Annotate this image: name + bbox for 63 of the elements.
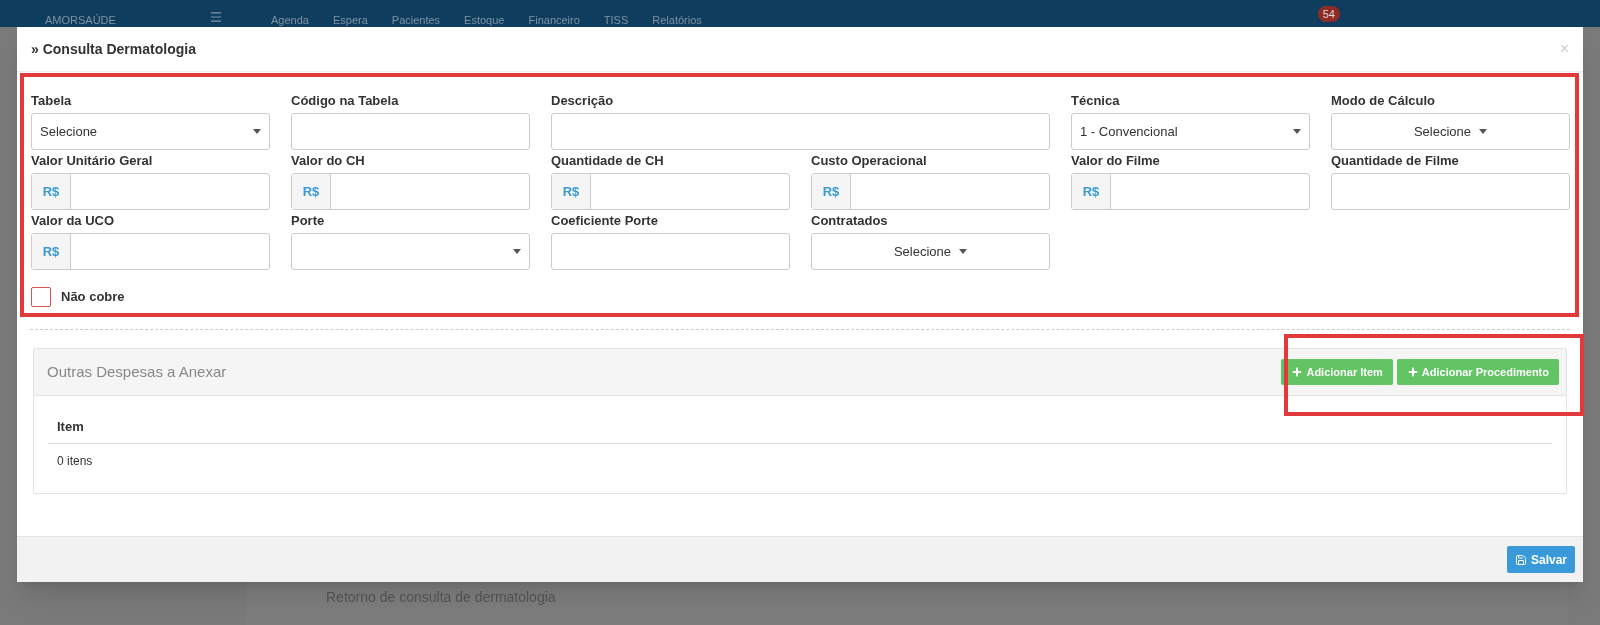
plus-icon — [1291, 366, 1304, 378]
checkbox-label: Não cobre — [61, 288, 125, 307]
input-field[interactable]: R$ — [291, 173, 530, 210]
field-label: Valor do CH — [291, 152, 366, 170]
input-field[interactable] — [1331, 173, 1570, 210]
select-field[interactable] — [291, 233, 530, 270]
currency-prefix: R$ — [32, 174, 71, 209]
field-label: Custo Operacional — [811, 152, 928, 170]
item-count: 0 itens — [56, 453, 94, 470]
notification-badge: 54 — [1317, 6, 1340, 22]
nav-link[interactable]: Estoque — [464, 12, 505, 29]
nav-link[interactable]: Espera — [332, 12, 368, 29]
field-label: Valor Unitário Geral — [31, 152, 154, 170]
input-field[interactable]: R$ — [31, 173, 270, 210]
plus-icon — [1406, 366, 1419, 378]
select-field[interactable]: Selecione — [31, 113, 270, 150]
currency-prefix: R$ — [32, 234, 71, 269]
currency-prefix: R$ — [292, 174, 331, 209]
save-icon — [1514, 553, 1527, 566]
field-label: Valor do Filme — [1071, 152, 1161, 170]
input-field[interactable] — [291, 113, 530, 150]
nav-link[interactable]: TISS — [603, 12, 629, 29]
nav-link[interactable]: Agenda — [271, 12, 309, 29]
save-button[interactable]: Salvar — [1506, 546, 1575, 573]
input-field[interactable] — [551, 113, 1050, 150]
modal-title: » Consulta Dermatologia — [31, 39, 196, 59]
input-field[interactable] — [551, 233, 790, 270]
field-label: Técnica — [1071, 92, 1121, 110]
field-label: Descrição — [551, 92, 615, 110]
add-button[interactable]: Adicionar Procedimento — [1396, 359, 1559, 385]
column-header: Item — [48, 396, 1552, 444]
caret-icon — [253, 129, 261, 134]
field-label: Quantidade de CH — [551, 152, 665, 170]
panel-title: Outras Despesas a Anexar — [47, 361, 227, 382]
caret-icon — [513, 249, 521, 254]
field-label: Código na Tabela — [291, 92, 400, 110]
add-button[interactable]: Adicionar Item — [1281, 359, 1393, 385]
dropdown-button[interactable]: Selecione — [811, 233, 1050, 270]
input-field[interactable]: R$ — [1071, 173, 1310, 210]
currency-prefix: R$ — [552, 174, 591, 209]
input-field[interactable]: R$ — [31, 233, 270, 270]
nav-link[interactable]: Relatórios — [652, 12, 702, 29]
currency-prefix: R$ — [1072, 174, 1111, 209]
field-label: Valor da UCO — [31, 212, 116, 230]
brand-name: AMORSAÚDE — [45, 13, 117, 28]
currency-prefix: R$ — [812, 174, 851, 209]
select-field[interactable]: 1 - Convencional — [1071, 113, 1310, 150]
field-label: Coeficiente Porte — [551, 212, 659, 230]
field-label: Contratados — [811, 212, 889, 230]
checkbox[interactable] — [31, 287, 51, 307]
nav-link[interactable]: Financeiro — [528, 12, 580, 29]
dropdown-button[interactable]: Selecione — [1331, 113, 1570, 150]
input-field[interactable]: R$ — [551, 173, 790, 210]
field-label: Tabela — [31, 92, 73, 110]
input-field[interactable]: R$ — [811, 173, 1050, 210]
field-label: Quantidade de Filme — [1331, 152, 1460, 170]
field-label: Modo de Cálculo — [1331, 92, 1436, 110]
menu-icon[interactable] — [209, 10, 223, 24]
caret-icon — [1293, 129, 1301, 134]
caret-icon — [959, 249, 968, 254]
nav-link[interactable]: Pacientes — [391, 12, 441, 29]
caret-icon — [1479, 129, 1488, 134]
field-label: Porte — [291, 212, 326, 230]
